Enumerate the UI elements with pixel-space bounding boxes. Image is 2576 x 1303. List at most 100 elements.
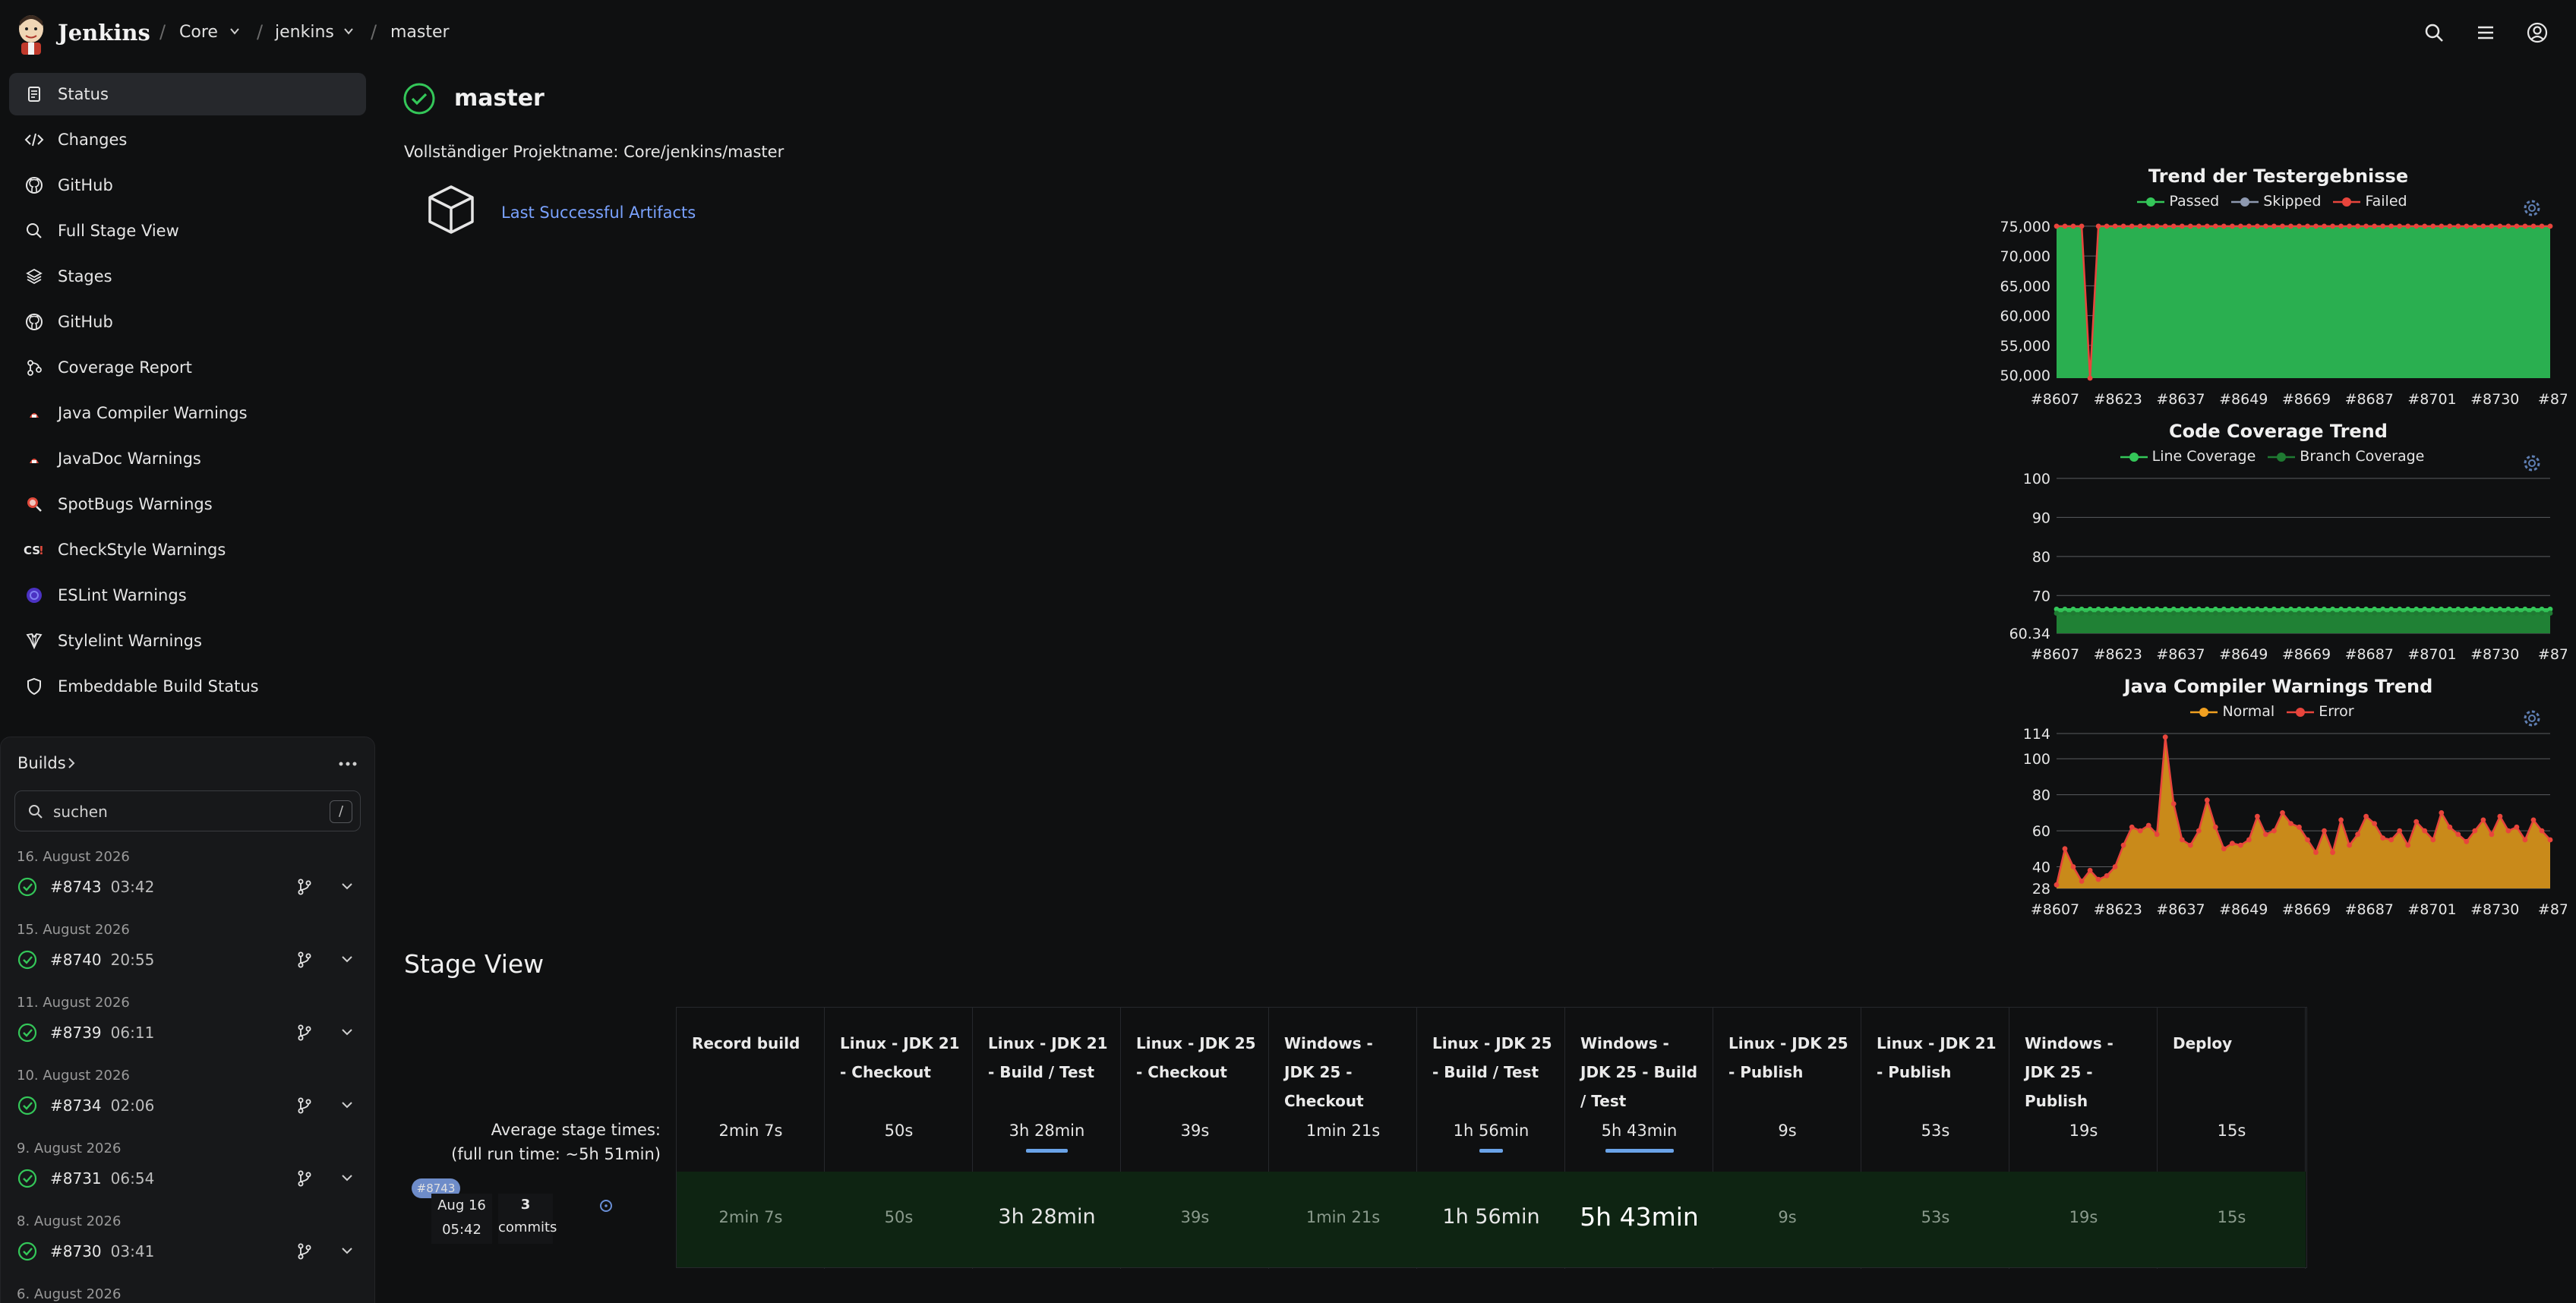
data-point[interactable] <box>2480 817 2486 823</box>
data-point[interactable] <box>2271 610 2277 616</box>
build-number[interactable]: #8731 <box>50 1169 102 1188</box>
data-point[interactable] <box>2246 223 2252 229</box>
data-point[interactable] <box>2170 610 2177 616</box>
data-point[interactable] <box>2212 824 2218 830</box>
data-point[interactable] <box>2497 223 2503 229</box>
data-point[interactable] <box>2347 610 2352 616</box>
data-point[interactable] <box>2338 610 2344 616</box>
data-point[interactable] <box>2539 610 2545 616</box>
data-point[interactable] <box>2397 223 2403 229</box>
data-point[interactable] <box>2137 610 2143 616</box>
data-point[interactable] <box>2221 610 2227 616</box>
data-point[interactable] <box>2271 828 2277 834</box>
data-point[interactable] <box>2322 610 2327 616</box>
data-point[interactable] <box>2212 223 2218 229</box>
stage-cell[interactable]: 50s <box>825 1172 973 1267</box>
data-point[interactable] <box>2112 223 2118 229</box>
data-point[interactable] <box>2162 610 2168 616</box>
data-point[interactable] <box>2355 610 2360 616</box>
data-point[interactable] <box>2154 223 2160 229</box>
data-point[interactable] <box>2297 223 2302 229</box>
chart-settings-icon[interactable] <box>2524 200 2540 216</box>
data-point[interactable] <box>2079 879 2085 884</box>
chevron-down-icon[interactable] <box>229 26 240 36</box>
data-point[interactable] <box>2405 223 2411 229</box>
data-point[interactable] <box>2355 223 2360 229</box>
data-point[interactable] <box>2472 828 2478 834</box>
data-point[interactable] <box>2095 876 2101 882</box>
data-point[interactable] <box>2112 610 2118 616</box>
data-point[interactable] <box>2305 837 2310 843</box>
stage-cell[interactable]: 1min 21s <box>1269 1172 1417 1267</box>
sidebar-item-java-compiler-warnings[interactable]: Java Compiler Warnings <box>9 392 366 434</box>
data-point[interactable] <box>2230 223 2235 229</box>
data-point[interactable] <box>2255 223 2260 229</box>
data-point[interactable] <box>2330 223 2335 229</box>
data-point[interactable] <box>2330 610 2335 616</box>
data-point[interactable] <box>2196 610 2202 616</box>
data-point[interactable] <box>2480 223 2486 229</box>
data-point[interactable] <box>2455 831 2461 838</box>
data-point[interactable] <box>2145 610 2151 616</box>
data-point[interactable] <box>2288 821 2293 826</box>
sidebar-item-stylelint-warnings[interactable]: Stylelint Warnings <box>9 620 366 662</box>
data-point[interactable] <box>2196 828 2202 834</box>
data-point[interactable] <box>2137 223 2143 229</box>
data-point[interactable] <box>2288 610 2293 616</box>
branch-icon[interactable] <box>296 951 313 969</box>
data-point[interactable] <box>2129 824 2135 830</box>
data-point[interactable] <box>2313 850 2319 855</box>
data-point[interactable] <box>2204 797 2210 803</box>
data-point[interactable] <box>2497 610 2503 616</box>
data-point[interactable] <box>2497 813 2503 819</box>
data-point[interactable] <box>2154 610 2160 616</box>
build-number[interactable]: #8740 <box>50 951 102 969</box>
data-point[interactable] <box>2129 610 2135 616</box>
account-icon[interactable] <box>2526 21 2549 44</box>
data-point[interactable] <box>2170 801 2177 806</box>
data-point[interactable] <box>2297 610 2302 616</box>
data-point[interactable] <box>2129 223 2135 229</box>
sidebar-item-eslint-warnings[interactable]: ESLint Warnings <box>9 574 366 617</box>
data-point[interactable] <box>2070 223 2076 229</box>
data-point[interactable] <box>2363 610 2369 616</box>
build-row[interactable]: #8739 06:11 <box>17 1017 358 1048</box>
chart-settings-icon[interactable] <box>2524 455 2540 472</box>
data-point[interactable] <box>2472 610 2478 616</box>
data-point[interactable] <box>2439 610 2445 616</box>
data-point[interactable] <box>2297 824 2302 830</box>
build-row[interactable]: #8740 20:55 <box>17 945 358 975</box>
chevron-down-icon[interactable] <box>340 879 354 893</box>
data-point[interactable] <box>2380 223 2386 229</box>
build-row[interactable]: #8731 06:54 <box>17 1163 358 1194</box>
data-point[interactable] <box>2338 223 2344 229</box>
data-point[interactable] <box>2447 824 2453 830</box>
data-point[interactable] <box>2505 828 2511 834</box>
data-point[interactable] <box>2162 734 2168 740</box>
data-point[interactable] <box>2179 610 2185 616</box>
data-point[interactable] <box>2547 837 2553 843</box>
data-point[interactable] <box>2238 610 2243 616</box>
data-point[interactable] <box>2355 831 2360 838</box>
branch-icon[interactable] <box>296 1169 313 1188</box>
data-point[interactable] <box>2070 610 2076 616</box>
data-point[interactable] <box>2455 610 2461 616</box>
data-point[interactable] <box>2388 837 2394 843</box>
builds-title[interactable]: Builds <box>17 754 66 772</box>
data-point[interactable] <box>2238 842 2243 848</box>
data-point[interactable] <box>2263 831 2268 838</box>
data-point[interactable] <box>2120 223 2126 229</box>
last-successful-artifacts-link[interactable]: Last Successful Artifacts <box>501 203 696 222</box>
data-point[interactable] <box>2145 822 2151 828</box>
build-number[interactable]: #8739 <box>50 1024 102 1042</box>
data-point[interactable] <box>2087 375 2093 381</box>
data-point[interactable] <box>2530 610 2537 616</box>
data-point[interactable] <box>2530 223 2537 229</box>
data-point[interactable] <box>2439 223 2445 229</box>
data-point[interactable] <box>2322 828 2327 834</box>
data-point[interactable] <box>2288 223 2293 229</box>
data-point[interactable] <box>2280 810 2285 816</box>
data-point[interactable] <box>2162 223 2168 229</box>
branch-icon[interactable] <box>296 1096 313 1115</box>
data-point[interactable] <box>2522 837 2528 843</box>
